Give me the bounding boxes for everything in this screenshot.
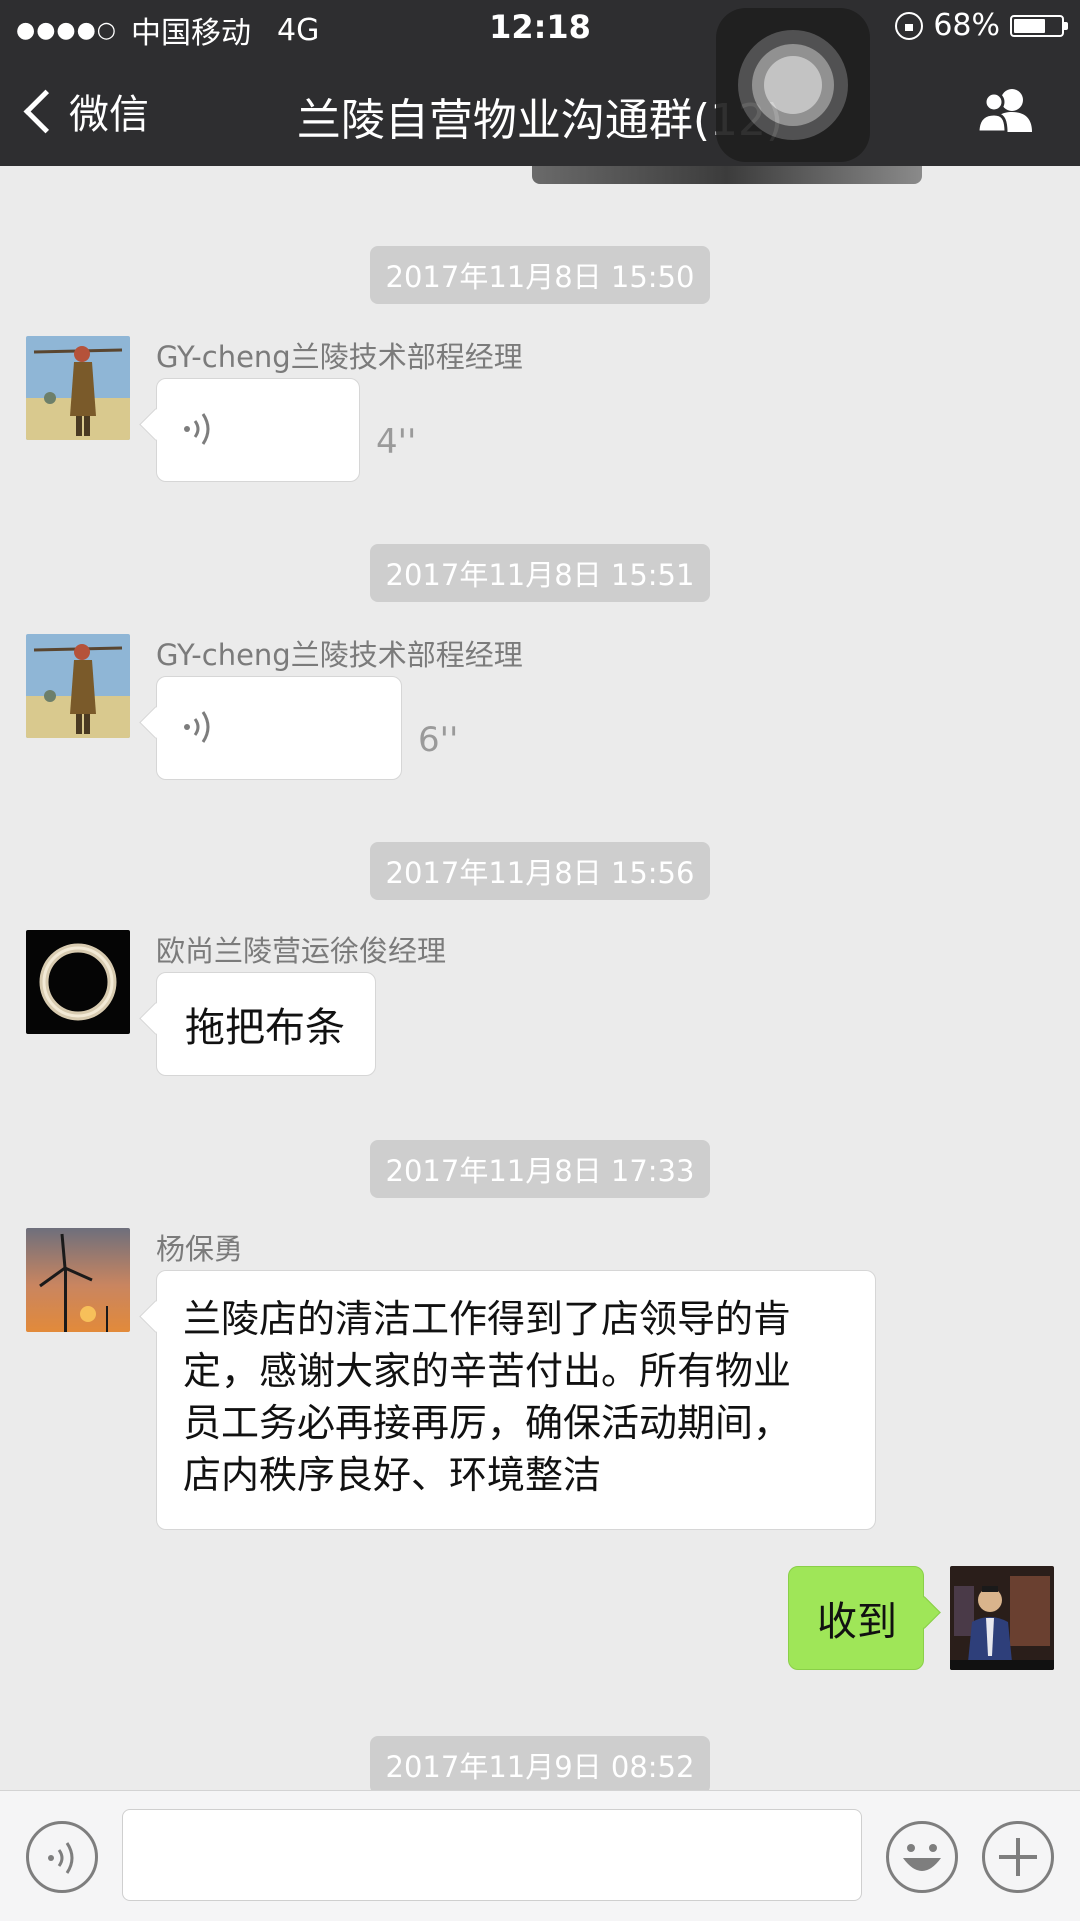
timestamp-text: 2017年11月8日 15:56: [369, 842, 711, 900]
sender-name: 欧尚兰陵营运徐俊经理: [156, 934, 447, 968]
battery-icon: [1010, 14, 1068, 37]
voice-input-button[interactable]: [26, 1821, 98, 1893]
self-text-message-bubble[interactable]: 收到: [788, 1566, 924, 1670]
voice-message-bubble[interactable]: [156, 378, 360, 482]
message-line: 定，感谢大家的辛苦付出。所有物业: [183, 1349, 792, 1393]
timestamp: 2017年11月8日 15:51: [0, 544, 1080, 602]
group-members-icon[interactable]: [976, 86, 1036, 134]
status-right: 68%: [895, 8, 1068, 43]
avatar-wind-turbine-icon: [26, 1228, 130, 1332]
timestamp: 2017年11月8日 17:33: [0, 1140, 1080, 1198]
timestamp: 2017年11月9日 08:52: [0, 1736, 1080, 1794]
message-input[interactable]: [122, 1809, 862, 1901]
chat-area[interactable]: 2017年11月8日 15:50 GY-cheng兰陵技术部程经理 4'' 20…: [0, 166, 1080, 1794]
avatar-person-icon: [950, 1566, 1054, 1670]
avatar[interactable]: [26, 1228, 130, 1332]
top-bar: ●●●●○ 中国移动 4G 12:18 68% 微信 兰陵自营物业沟通群(12): [0, 0, 1080, 166]
sender-name: GY-cheng兰陵技术部程经理: [156, 340, 523, 374]
battery-fill: [1014, 18, 1046, 33]
message-line: 员工务必再接再厉，确保活动期间，: [183, 1401, 792, 1445]
voice-wave-icon: [184, 413, 210, 445]
input-bar: [0, 1790, 1080, 1921]
more-button[interactable]: [982, 1821, 1054, 1893]
timestamp-text: 2017年11月9日 08:52: [369, 1736, 711, 1794]
nav-bar: 微信 兰陵自营物业沟通群(12): [0, 54, 1080, 166]
orientation-lock-icon: [895, 11, 924, 40]
voice-duration: 4'': [376, 422, 417, 462]
avatar[interactable]: [26, 336, 130, 440]
timestamp: 2017年11月8日 15:50: [0, 246, 1080, 304]
avatar[interactable]: [26, 930, 130, 1034]
self-avatar[interactable]: [950, 1566, 1054, 1670]
voice-duration: 6'': [418, 720, 459, 760]
plus-icon: [999, 1838, 1037, 1876]
assistive-touch-button[interactable]: [716, 8, 870, 162]
emoji-button[interactable]: [886, 1821, 958, 1893]
avatar-painting-icon: [26, 634, 130, 738]
message-line: 兰陵店的清洁工作得到了店领导的肯: [183, 1297, 792, 1341]
emoji-icon: [903, 1844, 941, 1871]
sender-name: 杨保勇: [156, 1232, 244, 1266]
avatar-ring-icon: [26, 930, 130, 1034]
message-text: 拖把布条: [185, 1005, 345, 1051]
timestamp-text: 2017年11月8日 15:50: [369, 246, 711, 304]
avatar[interactable]: [26, 634, 130, 738]
text-message-bubble[interactable]: 拖把布条: [156, 972, 376, 1076]
timestamp: 2017年11月8日 15:56: [0, 842, 1080, 900]
text-message-bubble[interactable]: 兰陵店的清洁工作得到了店领导的肯 定，感谢大家的辛苦付出。所有物业 员工务必再接…: [156, 1270, 876, 1530]
voice-wave-icon: [184, 711, 210, 743]
chat-title: 兰陵自营物业沟通群(12): [296, 95, 784, 146]
sender-name: GY-cheng兰陵技术部程经理: [156, 638, 523, 672]
timestamp-text: 2017年11月8日 15:51: [369, 544, 711, 602]
message-text: 收到: [817, 1599, 897, 1645]
status-bar: ●●●●○ 中国移动 4G 12:18 68%: [0, 0, 1080, 54]
voice-wave-icon: [48, 1842, 74, 1874]
message-line: 店内秩序良好、环境整洁: [183, 1453, 602, 1497]
timestamp-text: 2017年11月8日 17:33: [369, 1140, 711, 1198]
battery-percent: 68%: [933, 8, 1000, 43]
avatar-painting-icon: [26, 336, 130, 440]
voice-message-bubble[interactable]: [156, 676, 402, 780]
